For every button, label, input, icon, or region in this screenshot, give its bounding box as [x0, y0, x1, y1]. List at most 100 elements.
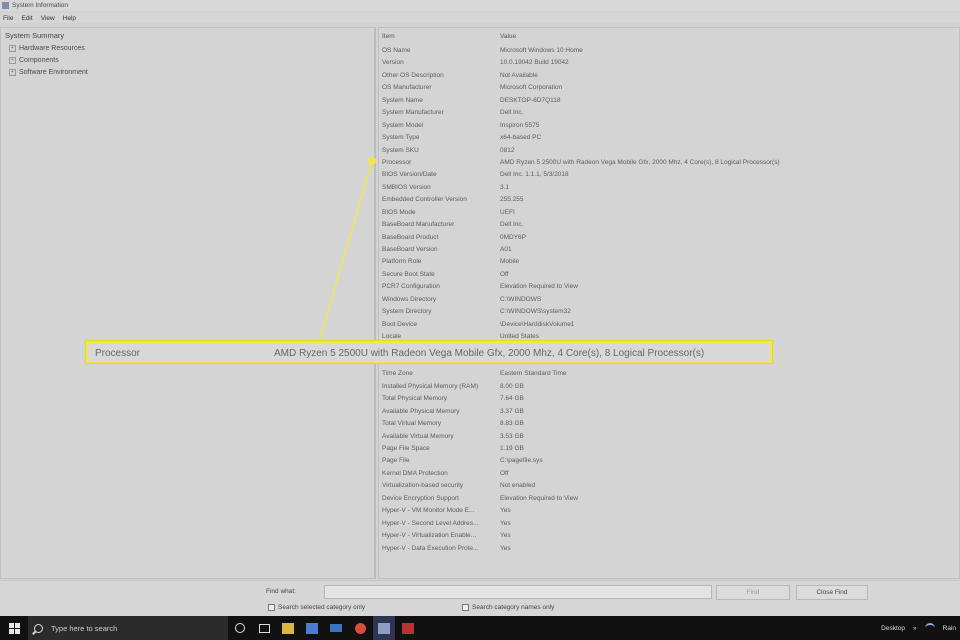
- table-row[interactable]: Embedded Controller Version 255.255: [379, 194, 959, 206]
- expand-icon[interactable]: +: [9, 44, 16, 52]
- column-header-item[interactable]: Item: [382, 33, 395, 40]
- task-view-icon[interactable]: [253, 616, 275, 640]
- table-row[interactable]: Other OS Description Not Available: [379, 70, 959, 82]
- menu-file[interactable]: File: [3, 15, 13, 22]
- menu-help[interactable]: Help: [63, 15, 76, 22]
- row-item: BIOS Mode: [382, 208, 416, 216]
- row-value: Dell Inc. 1.1.1, 5/3/2018: [500, 171, 569, 179]
- table-row[interactable]: BIOS Version/Date Dell Inc. 1.1.1, 5/3/20…: [379, 169, 959, 181]
- tree-item-system-summary[interactable]: System Summary: [5, 31, 370, 40]
- search-icon: [34, 623, 43, 633]
- table-row[interactable]: System Directory C:\WINDOWS\system32: [379, 306, 959, 318]
- tree-item-software-environment[interactable]: + Software Environment: [5, 66, 370, 78]
- menu-edit[interactable]: Edit: [21, 15, 32, 22]
- table-row[interactable]: OS Manufacturer Microsoft Corporation: [379, 82, 959, 94]
- chrome-icon[interactable]: [349, 616, 371, 640]
- table-row[interactable]: OS Name Microsoft Windows 10 Home: [379, 45, 959, 57]
- row-item: Available Virtual Memory: [382, 432, 454, 440]
- table-row[interactable]: System Type x64-based PC: [379, 132, 959, 144]
- table-row[interactable]: SMBIOS Version 3.1: [379, 182, 959, 194]
- row-value: Yes: [500, 532, 511, 540]
- table-row[interactable]: Available Physical Memory 3.37 GB: [379, 406, 959, 418]
- table-row[interactable]: System Manufacturer Dell Inc.: [379, 107, 959, 119]
- cortana-icon[interactable]: [229, 616, 251, 640]
- expand-icon[interactable]: +: [9, 56, 16, 64]
- expand-icon[interactable]: +: [9, 68, 16, 76]
- table-row[interactable]: Kernel DMA Protection Off: [379, 468, 959, 480]
- row-item: Locale: [382, 333, 402, 341]
- find-input[interactable]: [324, 585, 712, 599]
- chevron-icon[interactable]: »: [913, 625, 917, 632]
- title-bar: System Information: [0, 0, 960, 11]
- mail-icon[interactable]: [325, 616, 347, 640]
- tree-item-hardware-resources[interactable]: + Hardware Resources: [5, 42, 370, 54]
- table-row[interactable]: System Model Inspiron 5575: [379, 120, 959, 132]
- windows-icon: [8, 622, 20, 634]
- system-information-taskbar-icon[interactable]: [373, 616, 395, 640]
- search-selected-category-checkbox[interactable]: Search selected category only: [268, 604, 365, 611]
- row-value: x64-based PC: [500, 134, 542, 142]
- store-icon[interactable]: [301, 616, 323, 640]
- tree-item-components[interactable]: + Components: [5, 54, 370, 66]
- table-row[interactable]: Version 10.0.19042 Build 19042: [379, 57, 959, 69]
- close-find-button[interactable]: Close Find: [796, 585, 868, 600]
- row-value: Eastern Standard Time: [500, 370, 567, 378]
- menu-view[interactable]: View: [41, 15, 55, 22]
- table-row[interactable]: Available Virtual Memory 3.53 GB: [379, 431, 959, 443]
- table-row[interactable]: Platform Role Mobile: [379, 256, 959, 268]
- table-row[interactable]: BaseBoard Manufacturer Dell Inc.: [379, 219, 959, 231]
- weather-icon[interactable]: [924, 623, 935, 633]
- row-value: C:\pagefile.sys: [500, 457, 543, 465]
- row-value: C:\WINDOWS\system32: [500, 308, 571, 316]
- start-button[interactable]: [0, 616, 28, 640]
- row-item: BaseBoard Version: [382, 246, 438, 253]
- table-row[interactable]: Secure Boot State Off: [379, 269, 959, 281]
- table-row[interactable]: Boot Device \Device\HarddiskVolume1: [379, 319, 959, 331]
- row-item: Virtualization-based security: [382, 482, 464, 490]
- row-item: BIOS Version/Date: [382, 171, 437, 179]
- table-row[interactable]: Page File C:\pagefile.sys: [379, 455, 959, 467]
- system-information-icon: [2, 2, 9, 9]
- details-table: Item Value OS Name Microsoft Windows 10 H…: [378, 27, 960, 579]
- row-value: UEFI: [500, 208, 515, 216]
- table-row[interactable]: BIOS Mode UEFI: [379, 207, 959, 219]
- find-button[interactable]: Find: [716, 585, 790, 600]
- table-row[interactable]: Hyper-V - VM Monitor Mode E... Yes: [379, 505, 959, 517]
- table-row[interactable]: PCR7 Configuration Elevation Required to …: [379, 281, 959, 293]
- file-explorer-icon[interactable]: [277, 616, 299, 640]
- callout-value: AMD Ryzen 5 2500U with Radeon Vega Mobil…: [274, 348, 705, 359]
- table-row[interactable]: Windows Directory C:\WINDOWS: [379, 294, 959, 306]
- checkbox-box[interactable]: [268, 604, 275, 611]
- table-row[interactable]: Page File Space 1.19 GB: [379, 443, 959, 455]
- row-item: Available Physical Memory: [382, 407, 460, 415]
- taskbar-search[interactable]: Type here to search: [28, 616, 228, 640]
- checkbox-label: Search selected category only: [278, 604, 366, 611]
- table-row[interactable]: Hyper-V - Data Execution Prote... Yes: [379, 543, 959, 555]
- table-row[interactable]: System SKU 0812: [379, 145, 959, 157]
- tree-item-label: Hardware Resources: [19, 44, 85, 52]
- search-category-names-checkbox[interactable]: Search category names only: [462, 604, 554, 611]
- table-row[interactable]: BaseBoard Product 0MDY6P: [379, 232, 959, 244]
- app-red-icon[interactable]: [397, 616, 419, 640]
- user-name[interactable]: Rain: [943, 625, 956, 632]
- table-row[interactable]: Installed Physical Memory (RAM) 8.00 GB: [379, 381, 959, 393]
- table-row[interactable]: Total Virtual Memory 8.83 GB: [379, 418, 959, 430]
- table-row[interactable]: Hyper-V - Second Level Addres... Yes: [379, 518, 959, 530]
- table-row[interactable]: Time Zone Eastern Standard Time: [379, 368, 959, 380]
- tree-item-label: Software Environment: [19, 68, 88, 76]
- table-row[interactable]: Virtualization-based security Not enabled: [379, 480, 959, 492]
- checkbox-box[interactable]: [462, 604, 469, 611]
- row-value: Inspiron 5575: [500, 121, 540, 129]
- row-value: C:\WINDOWS: [500, 295, 542, 303]
- table-row[interactable]: Hyper-V - Virtualization Enable... Yes: [379, 530, 959, 542]
- table-row[interactable]: Total Physical Memory 7.64 GB: [379, 393, 959, 405]
- row-value: Not enabled: [500, 482, 536, 490]
- table-row[interactable]: BaseBoard Version A01: [379, 244, 959, 256]
- desktop-label[interactable]: Desktop: [881, 625, 905, 632]
- table-row[interactable]: Processor AMD Ryzen 5 2500U with Radeon V…: [379, 157, 959, 169]
- row-item: Version: [382, 59, 404, 67]
- column-header-value[interactable]: Value: [500, 33, 516, 40]
- row-item: Total Virtual Memory: [382, 420, 442, 428]
- table-row[interactable]: Device Encryption Support Elevation Requi…: [379, 493, 959, 505]
- table-row[interactable]: System Name DESKTOP-6D7Q118: [379, 95, 959, 107]
